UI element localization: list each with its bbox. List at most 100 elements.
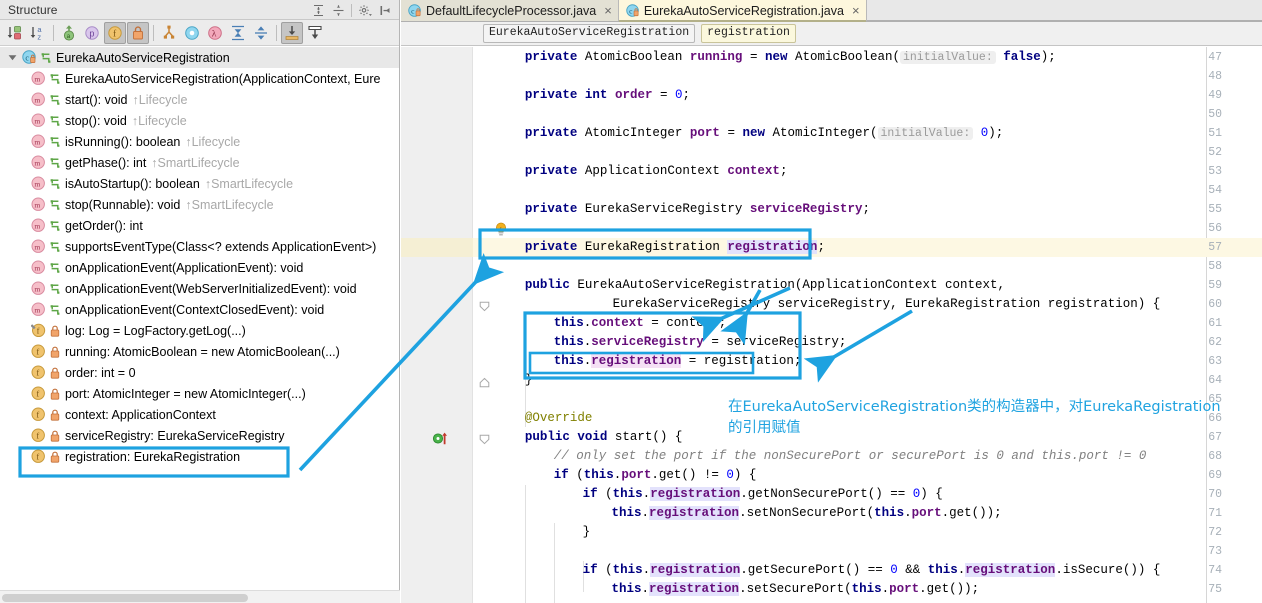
structure-tree-item[interactable]: m start(): void ↑Lifecycle <box>0 89 399 110</box>
tab-default-lifecycle-processor[interactable]: c DefaultLifecycleProcessor.java × <box>401 0 619 21</box>
structure-header: Structure <box>0 0 399 20</box>
show-non-public-button[interactable] <box>127 21 149 44</box>
code-line: } <box>582 525 591 539</box>
structure-tree-item[interactable]: m stop(Runnable): void ↑SmartLifecycle <box>0 194 399 215</box>
structure-toolbar: a z a p f λ <box>0 20 399 46</box>
line-number: 64 <box>1208 374 1222 387</box>
field-icon: f <box>30 407 46 423</box>
structure-tree-item[interactable]: f registration: EurekaRegistration <box>0 446 399 467</box>
structure-tree[interactable]: c EurekaAutoServiceRegistration m EurekaAut… <box>0 47 399 589</box>
hide-panel-icon[interactable] <box>375 1 395 19</box>
structure-tree-item[interactable]: m onApplicationEvent(ContextClosedEvent):… <box>0 299 399 320</box>
private-lock-icon <box>49 429 60 443</box>
method-override-gutter-icon[interactable] <box>432 432 450 445</box>
collapse-all-button[interactable] <box>250 22 272 44</box>
structure-tree-item[interactable]: f log: Log = LogFactory.getLog(...) <box>0 320 399 341</box>
structure-horizontal-scrollbar[interactable] <box>0 590 400 603</box>
code-editor[interactable]: 47 private AtomicBoolean running = new At… <box>401 47 1262 603</box>
tab-close-icon[interactable]: × <box>604 3 612 18</box>
structure-tree-item[interactable]: m supportsEventType(Class<? extends Appli… <box>0 236 399 257</box>
expand-all-button[interactable] <box>227 22 249 44</box>
structure-tree-item[interactable]: f order: int = 0 <box>0 362 399 383</box>
idea-window: Structure a z a p f λ c EurekaAutoServic… <box>0 0 1262 603</box>
code-folding-strip[interactable] <box>474 47 496 603</box>
line-number: 50 <box>1208 108 1222 121</box>
current-line-gutter-highlight <box>401 238 473 257</box>
structure-tree-item[interactable]: m stop(): void ↑Lifecycle <box>0 110 399 131</box>
header-separator <box>351 3 352 17</box>
package-visibility-icon <box>49 135 60 149</box>
structure-tree-item[interactable]: f running: AtomicBoolean = new AtomicBool… <box>0 341 399 362</box>
structure-tree-item[interactable]: m isRunning(): boolean ↑Lifecycle <box>0 131 399 152</box>
structure-tree-item[interactable]: f port: AtomicInteger = new AtomicInteger… <box>0 383 399 404</box>
code-line: private AtomicInteger port = new AtomicI… <box>524 126 1004 140</box>
svg-text:m: m <box>34 242 40 251</box>
field-icon: f <box>30 386 46 402</box>
method-icon: m <box>30 197 46 213</box>
structure-item-label: serviceRegistry: EurekaServiceRegistry <box>65 428 285 443</box>
structure-tree-item[interactable]: m EurekaAutoServiceRegistration(Applicati… <box>0 68 399 89</box>
expand-all-icon[interactable] <box>308 1 328 19</box>
private-lock-icon <box>49 345 60 359</box>
toolbar-separator-1 <box>53 24 54 41</box>
code-line: } <box>524 373 533 387</box>
sort-by-type-button[interactable] <box>4 22 26 44</box>
collapse-all-icon[interactable] <box>328 1 348 19</box>
method-icon: m <box>30 113 46 129</box>
svg-text:m: m <box>34 158 40 167</box>
code-line: this.registration = registration; <box>553 354 802 368</box>
structure-item-label: stop(): void <box>65 113 127 128</box>
show-lambdas-button[interactable]: λ <box>204 22 226 44</box>
scrollbar-thumb[interactable] <box>2 594 248 602</box>
svg-text:m: m <box>34 179 40 188</box>
line-number: 47 <box>1208 51 1222 64</box>
method-icon: m <box>30 134 46 150</box>
method-icon: m <box>30 218 46 234</box>
svg-text:z: z <box>37 32 41 41</box>
breadcrumb-class[interactable]: EurekaAutoServiceRegistration <box>483 24 696 43</box>
method-icon: m <box>30 155 46 171</box>
structure-tree-item[interactable]: f serviceRegistry: EurekaServiceRegistry <box>0 425 399 446</box>
svg-text:a: a <box>67 33 71 40</box>
structure-item-label: context: ApplicationContext <box>65 407 216 422</box>
structure-item-label: running: AtomicBoolean = new AtomicBoole… <box>65 344 340 359</box>
structure-tree-item[interactable]: f context: ApplicationContext <box>0 404 399 425</box>
active-tab-underline <box>618 20 866 22</box>
tab-eureka-auto-service-registration[interactable]: c EurekaAutoServiceRegistration.java × <box>618 0 867 22</box>
intention-bulb-icon[interactable]: ✓ <box>494 222 508 237</box>
show-properties-button[interactable]: p <box>81 22 103 44</box>
fold-end-icon[interactable] <box>479 375 490 388</box>
breadcrumb-field[interactable]: registration <box>701 24 796 43</box>
structure-tree-item[interactable]: m isAutoStartup(): boolean ↑SmartLifecycle <box>0 173 399 194</box>
tab-close-icon[interactable]: × <box>852 3 860 18</box>
structure-tree-item[interactable]: c EurekaAutoServiceRegistration <box>0 47 399 68</box>
line-number: 72 <box>1208 526 1222 539</box>
tabbar-empty-space <box>866 0 1262 21</box>
private-lock-icon <box>49 366 60 380</box>
show-fields-button[interactable]: f <box>104 21 126 44</box>
autoscroll-from-source-button[interactable] <box>304 22 326 44</box>
structure-tree-item[interactable]: m getOrder(): int <box>0 215 399 236</box>
structure-tree-item[interactable]: m getPhase(): int ↑SmartLifecycle <box>0 152 399 173</box>
line-number: 75 <box>1208 583 1222 596</box>
show-inherited-button[interactable]: a <box>58 22 80 44</box>
structure-item-label: onApplicationEvent(ContextClosedEvent): … <box>65 302 325 317</box>
package-visibility-icon <box>40 51 51 65</box>
package-visibility-icon <box>49 261 60 275</box>
structure-tree-item[interactable]: m onApplicationEvent(ApplicationEvent): v… <box>0 257 399 278</box>
autoscroll-to-source-button[interactable] <box>281 21 303 44</box>
private-lock-icon <box>49 408 60 422</box>
show-anonymous-classes-button[interactable] <box>158 22 180 44</box>
structure-item-owner: ↑SmartLifecycle <box>185 197 274 212</box>
structure-tree-item[interactable]: m onApplicationEvent(WebServerInitialized… <box>0 278 399 299</box>
settings-gear-icon[interactable] <box>355 1 375 19</box>
svg-text:f: f <box>36 326 39 336</box>
show-interfaces-button[interactable] <box>181 22 203 44</box>
sort-alphabetically-button[interactable]: a z <box>27 22 49 44</box>
structure-item-label: onApplicationEvent(ApplicationEvent): vo… <box>65 260 304 275</box>
fold-collapse-icon[interactable] <box>479 299 490 312</box>
svg-text:f: f <box>36 368 39 378</box>
code-line: private EurekaRegistration registration; <box>524 240 825 254</box>
tree-expand-twisty-icon[interactable] <box>6 51 19 64</box>
fold-collapse-icon[interactable] <box>479 432 490 445</box>
